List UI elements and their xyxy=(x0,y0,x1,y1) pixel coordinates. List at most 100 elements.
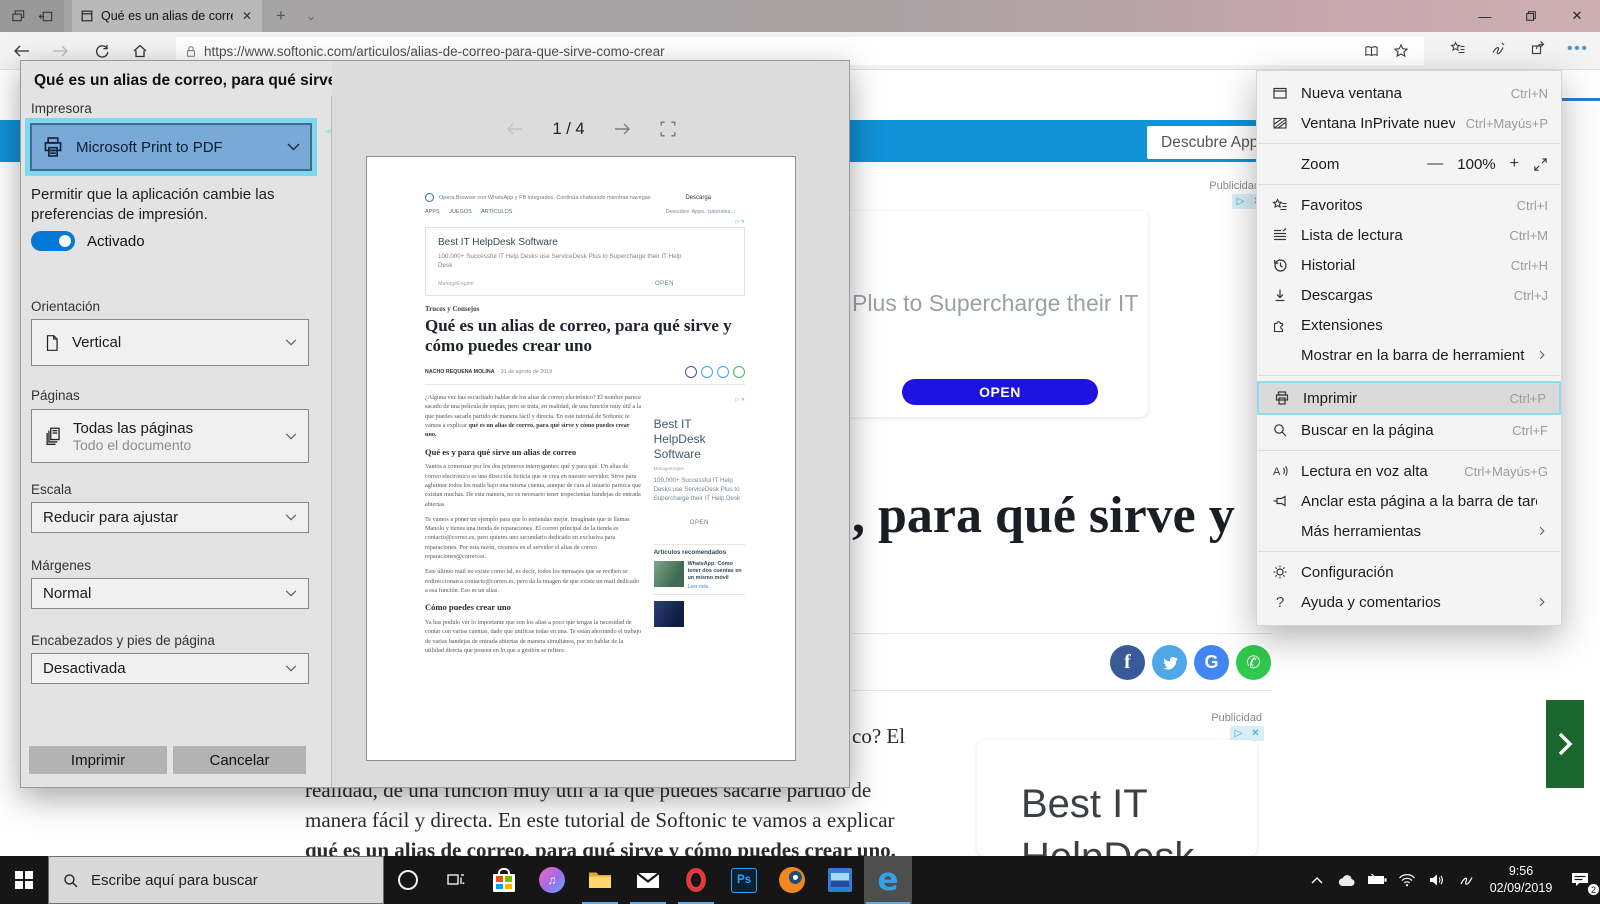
fullscreen-icon[interactable] xyxy=(1533,157,1548,172)
taskbar-cortana-button[interactable] xyxy=(384,856,432,904)
whatsapp-share-icon[interactable]: ✆ xyxy=(1236,645,1271,680)
taskbar-video-app-button[interactable] xyxy=(816,856,864,904)
adchoices-icon[interactable]: ▷ xyxy=(1230,726,1247,741)
search-icon xyxy=(1270,422,1290,438)
printer-icon xyxy=(42,136,64,158)
ad-open-button[interactable]: OPEN xyxy=(902,379,1098,405)
video-app-icon xyxy=(828,868,852,892)
menu-item-read-aloud[interactable]: A Lectura en voz altaCtrl+Mayús+G xyxy=(1257,456,1561,486)
windows-logo-icon xyxy=(15,871,33,889)
taskbar-task-view-button[interactable] xyxy=(432,856,480,904)
next-article-button[interactable] xyxy=(1546,700,1584,788)
taskbar-blender-button[interactable] xyxy=(768,856,816,904)
help-icon: ? xyxy=(1270,594,1290,611)
zoom-level: 100% xyxy=(1457,156,1495,173)
menu-item-zoom: Zoom — 100% + xyxy=(1257,149,1561,179)
adchoices-icon[interactable]: ▷ xyxy=(1232,194,1249,209)
menu-item-more-tools[interactable]: Más herramientas xyxy=(1257,516,1561,546)
screen: Descubre Apps, tuto Publicidad ▷ ✕ Plus … xyxy=(0,0,1600,904)
folder-icon xyxy=(588,871,612,889)
article-sidebar: ▷ ✕ Best IT HelpDesk Software ManageEngi… xyxy=(654,393,745,661)
divider xyxy=(1258,375,1560,376)
cancel-button[interactable]: Cancelar xyxy=(173,746,306,774)
wifi-icon[interactable] xyxy=(1392,856,1422,904)
menu-item-history[interactable]: HistorialCtrl+H xyxy=(1257,250,1561,280)
next-page-icon[interactable] xyxy=(611,121,633,137)
menu-item-help-feedback[interactable]: ? Ayuda y comentarios xyxy=(1257,587,1561,617)
taskbar-opera-button[interactable] xyxy=(672,856,720,904)
menu-item-favorites[interactable]: FavoritosCtrl+I xyxy=(1257,190,1561,220)
zoom-out-button[interactable]: — xyxy=(1427,155,1443,173)
battery-icon[interactable] xyxy=(1362,856,1392,904)
previous-page-icon[interactable] xyxy=(504,121,526,137)
ad-label: Publicidad xyxy=(1120,180,1260,192)
divider xyxy=(1258,143,1560,144)
print-button[interactable]: Imprimir xyxy=(29,746,167,774)
taskbar-photoshop-button[interactable]: Ps xyxy=(720,856,768,904)
chevron-down-icon xyxy=(285,590,297,597)
article-category: Trucos y Consejos xyxy=(425,305,745,313)
opera-icon xyxy=(686,868,706,892)
itunes-icon: ♫ xyxy=(539,867,565,893)
fit-to-page-icon[interactable] xyxy=(659,120,677,138)
divider xyxy=(1258,184,1560,185)
taskbar-itunes-button[interactable]: ♫ xyxy=(528,856,576,904)
start-button[interactable] xyxy=(0,856,48,904)
article-text-line: manera fácil y directa. En este tutorial… xyxy=(305,808,895,833)
pages-subvalue: Todo el documento xyxy=(73,437,193,453)
taskbar-store-button[interactable] xyxy=(480,856,528,904)
divider xyxy=(1258,450,1560,451)
printer-value: Microsoft Print to PDF xyxy=(76,139,223,156)
orientation-label: Orientación xyxy=(31,299,100,314)
history-icon xyxy=(1270,257,1290,273)
taskbar-file-explorer-button[interactable] xyxy=(576,856,624,904)
orientation-dropdown[interactable]: Vertical xyxy=(31,319,309,366)
menu-item-new-window[interactable]: Nueva ventanaCtrl+N xyxy=(1257,78,1561,108)
new-window-icon xyxy=(1270,85,1290,101)
hidden-icons-chevron[interactable] xyxy=(1302,856,1332,904)
menu-item-inprivate-window[interactable]: Ventana InPrivate nuevaCtrl+Mayús+P xyxy=(1257,108,1561,138)
action-center-button[interactable]: 2 xyxy=(1560,856,1600,904)
onedrive-cloud-icon[interactable] xyxy=(1332,856,1362,904)
chevron-down-icon xyxy=(285,665,297,672)
scale-dropdown[interactable]: Reducir para ajustar xyxy=(31,502,309,533)
taskbar-search-input[interactable]: Escribe aquí para buscar xyxy=(48,856,384,904)
windows-ink-pen-icon[interactable] xyxy=(1452,856,1482,904)
printer-dropdown[interactable]: Microsoft Print to PDF xyxy=(30,123,312,171)
article-thumbnail xyxy=(654,601,684,627)
ad-close-icon[interactable]: ✕ xyxy=(1247,726,1264,741)
preferences-toggle[interactable] xyxy=(31,231,75,251)
reading-list-icon xyxy=(1270,227,1290,243)
menu-item-show-in-toolbar[interactable]: Mostrar en la barra de herramientas xyxy=(1257,340,1561,370)
menu-item-downloads[interactable]: DescargasCtrl+J xyxy=(1257,280,1561,310)
twitter-share-icon[interactable] xyxy=(1152,645,1187,680)
zoom-in-button[interactable]: + xyxy=(1510,155,1519,173)
headers-footers-label: Encabezados y pies de página xyxy=(31,633,215,648)
site-search-text: Descubre Apps, tutoriales... xyxy=(666,209,735,215)
menu-item-settings[interactable]: Configuración xyxy=(1257,557,1561,587)
menu-item-find-on-page[interactable]: Buscar en la páginaCtrl+F xyxy=(1257,415,1561,445)
menu-item-pin-to-taskbar[interactable]: Anclar esta página a la barra de tareas xyxy=(1257,486,1561,516)
facebook-share-icon[interactable]: f xyxy=(1110,645,1145,680)
opera-icon xyxy=(425,193,434,202)
ad-text: Best IT xyxy=(1021,782,1257,827)
taskbar-clock[interactable]: 9:56 02/09/2019 xyxy=(1482,863,1560,897)
margins-dropdown[interactable]: Normal xyxy=(31,578,309,609)
menu-item-reading-list[interactable]: Lista de lecturaCtrl+M xyxy=(1257,220,1561,250)
blender-icon xyxy=(779,867,805,893)
pages-dropdown[interactable]: Todas las páginas Todo el documento xyxy=(31,409,309,463)
store-icon xyxy=(493,868,515,893)
headers-footers-dropdown[interactable]: Desactivada xyxy=(31,653,309,684)
taskbar-edge-button[interactable]: e xyxy=(864,856,912,904)
edge-icon: e xyxy=(877,865,898,896)
notification-badge: 2 xyxy=(1587,883,1600,896)
time: 9:56 xyxy=(1482,863,1560,880)
menu-item-print[interactable]: ImprimirCtrl+P xyxy=(1257,381,1561,415)
google-share-icon[interactable]: G xyxy=(1194,645,1229,680)
gear-icon xyxy=(1270,564,1290,580)
print-dialog: Qué es un alias de correo, para qué sirv… xyxy=(20,60,850,788)
speaker-icon[interactable] xyxy=(1422,856,1452,904)
menu-item-extensions[interactable]: Extensiones xyxy=(1257,310,1561,340)
taskbar-mail-button[interactable] xyxy=(624,856,672,904)
page-indicator: 1 / 4 xyxy=(552,120,584,139)
